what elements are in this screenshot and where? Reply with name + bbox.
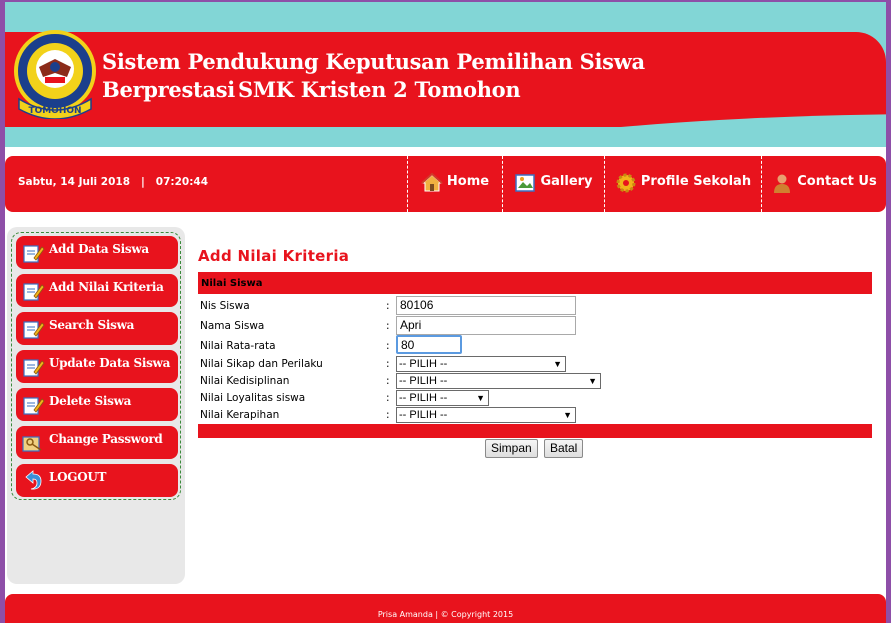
colon: :: [386, 392, 390, 404]
nav-home-label: Home: [446, 174, 490, 189]
rata-label: Nilai Rata-rata: [200, 340, 276, 352]
chevron-down-icon: ▼: [563, 410, 572, 420]
chevron-down-icon: ▼: [553, 359, 562, 369]
chevron-down-icon: ▼: [476, 393, 485, 403]
menu-change-password[interactable]: Change Password: [16, 426, 178, 459]
footer-copyright: Prisa Amanda | © Copyright 2015: [377, 610, 514, 619]
gallery-icon: [515, 174, 536, 192]
menu-search-siswa[interactable]: Search Siswa: [16, 312, 178, 345]
page: TOMOHON Sistem Pendukung Keputusan Pemil…: [5, 2, 886, 623]
edit-icon: [23, 321, 45, 339]
nav-profile-label: Profile Sekolah: [640, 174, 752, 189]
form-section-footer: [198, 424, 872, 438]
loyalitas-selected: -- PILIH --: [399, 392, 448, 404]
gear-icon: [616, 173, 636, 193]
chevron-down-icon: ▼: [588, 376, 597, 386]
nav-home[interactable]: Home: [407, 156, 502, 212]
nis-label: Nis Siswa: [200, 300, 250, 312]
logout-icon: [25, 470, 42, 490]
sidebar-menu: Add Data Siswa Add Nilai Kriteria Search…: [11, 232, 181, 500]
edit-icon: [23, 245, 45, 263]
nav-gallery-label: Gallery: [540, 174, 593, 189]
disiplin-selected: -- PILIH --: [399, 375, 448, 387]
nama-label: Nama Siswa: [200, 320, 265, 332]
nis-input[interactable]: 80106: [396, 296, 576, 315]
school-logo: TOMOHON: [14, 30, 96, 119]
key-icon: [22, 436, 42, 452]
kerapihan-selected: -- PILIH --: [399, 409, 448, 421]
nama-input[interactable]: Apri: [396, 316, 576, 335]
colon: :: [386, 320, 390, 332]
kerapihan-label: Nilai Kerapihan: [200, 409, 280, 421]
kerapihan-select[interactable]: -- PILIH -- ▼: [396, 407, 576, 423]
colon: :: [386, 358, 390, 370]
sidebar: Add Data Siswa Add Nilai Kriteria Search…: [7, 227, 185, 584]
menu-label: Delete Siswa: [49, 394, 132, 408]
edit-icon: [23, 397, 45, 415]
page-footer: Prisa Amanda | © Copyright 2015: [5, 594, 886, 623]
edit-icon: [23, 359, 45, 377]
disiplin-select[interactable]: -- PILIH -- ▼: [396, 373, 601, 389]
user-icon: [774, 174, 791, 193]
edit-icon: [23, 283, 45, 301]
menu-label: Add Data Siswa: [49, 242, 149, 256]
menu-add-nilai-kriteria[interactable]: Add Nilai Kriteria: [16, 274, 178, 307]
save-button[interactable]: Simpan: [485, 439, 538, 458]
menu-logout[interactable]: LOGOUT: [16, 464, 178, 497]
site-subtitle: SMK Kristen 2 Tomohon: [238, 77, 521, 102]
menu-delete-siswa[interactable]: Delete Siswa: [16, 388, 178, 421]
sikap-select[interactable]: -- PILIH -- ▼: [396, 356, 566, 372]
colon: :: [386, 409, 390, 421]
svg-text:TOMOHON: TOMOHON: [28, 106, 81, 116]
nav-contact-label: Contact Us: [797, 174, 877, 189]
menu-label: LOGOUT: [49, 470, 107, 484]
home-icon: [421, 172, 443, 192]
sikap-label: Nilai Sikap dan Perilaku: [200, 358, 323, 370]
menu-add-data-siswa[interactable]: Add Data Siswa: [16, 236, 178, 269]
menu-label: Search Siswa: [49, 318, 135, 332]
form-section-header: Nilai Siswa: [198, 272, 872, 294]
datetime-display: Sabtu, 14 Juli 2018 | 07:20:44: [18, 176, 209, 188]
nav-contact[interactable]: Contact Us: [761, 156, 886, 212]
cancel-button[interactable]: Batal: [544, 439, 584, 458]
disiplin-label: Nilai Kedisiplinan: [200, 375, 290, 387]
menu-label: Update Data Siswa: [49, 356, 171, 370]
loyalitas-label: Nilai Loyalitas siswa: [200, 392, 306, 404]
menu-update-data-siswa[interactable]: Update Data Siswa: [16, 350, 178, 383]
menu-label: Add Nilai Kriteria: [49, 280, 164, 294]
loyalitas-select[interactable]: -- PILIH -- ▼: [396, 390, 489, 406]
sikap-selected: -- PILIH --: [399, 358, 448, 370]
nav-profile[interactable]: Profile Sekolah: [604, 156, 761, 212]
section-title: Nilai Siswa: [201, 278, 263, 289]
rata-input[interactable]: 80: [396, 335, 462, 354]
top-navbar: Sabtu, 14 Juli 2018 | 07:20:44 Home Gall…: [5, 156, 886, 212]
banner: TOMOHON Sistem Pendukung Keputusan Pemil…: [5, 2, 886, 147]
colon: :: [386, 340, 390, 352]
menu-label: Change Password: [49, 432, 163, 446]
form-heading: Add Nilai Kriteria: [198, 247, 350, 265]
nav-gallery[interactable]: Gallery: [502, 156, 604, 212]
colon: :: [386, 375, 390, 387]
colon: :: [386, 300, 390, 312]
